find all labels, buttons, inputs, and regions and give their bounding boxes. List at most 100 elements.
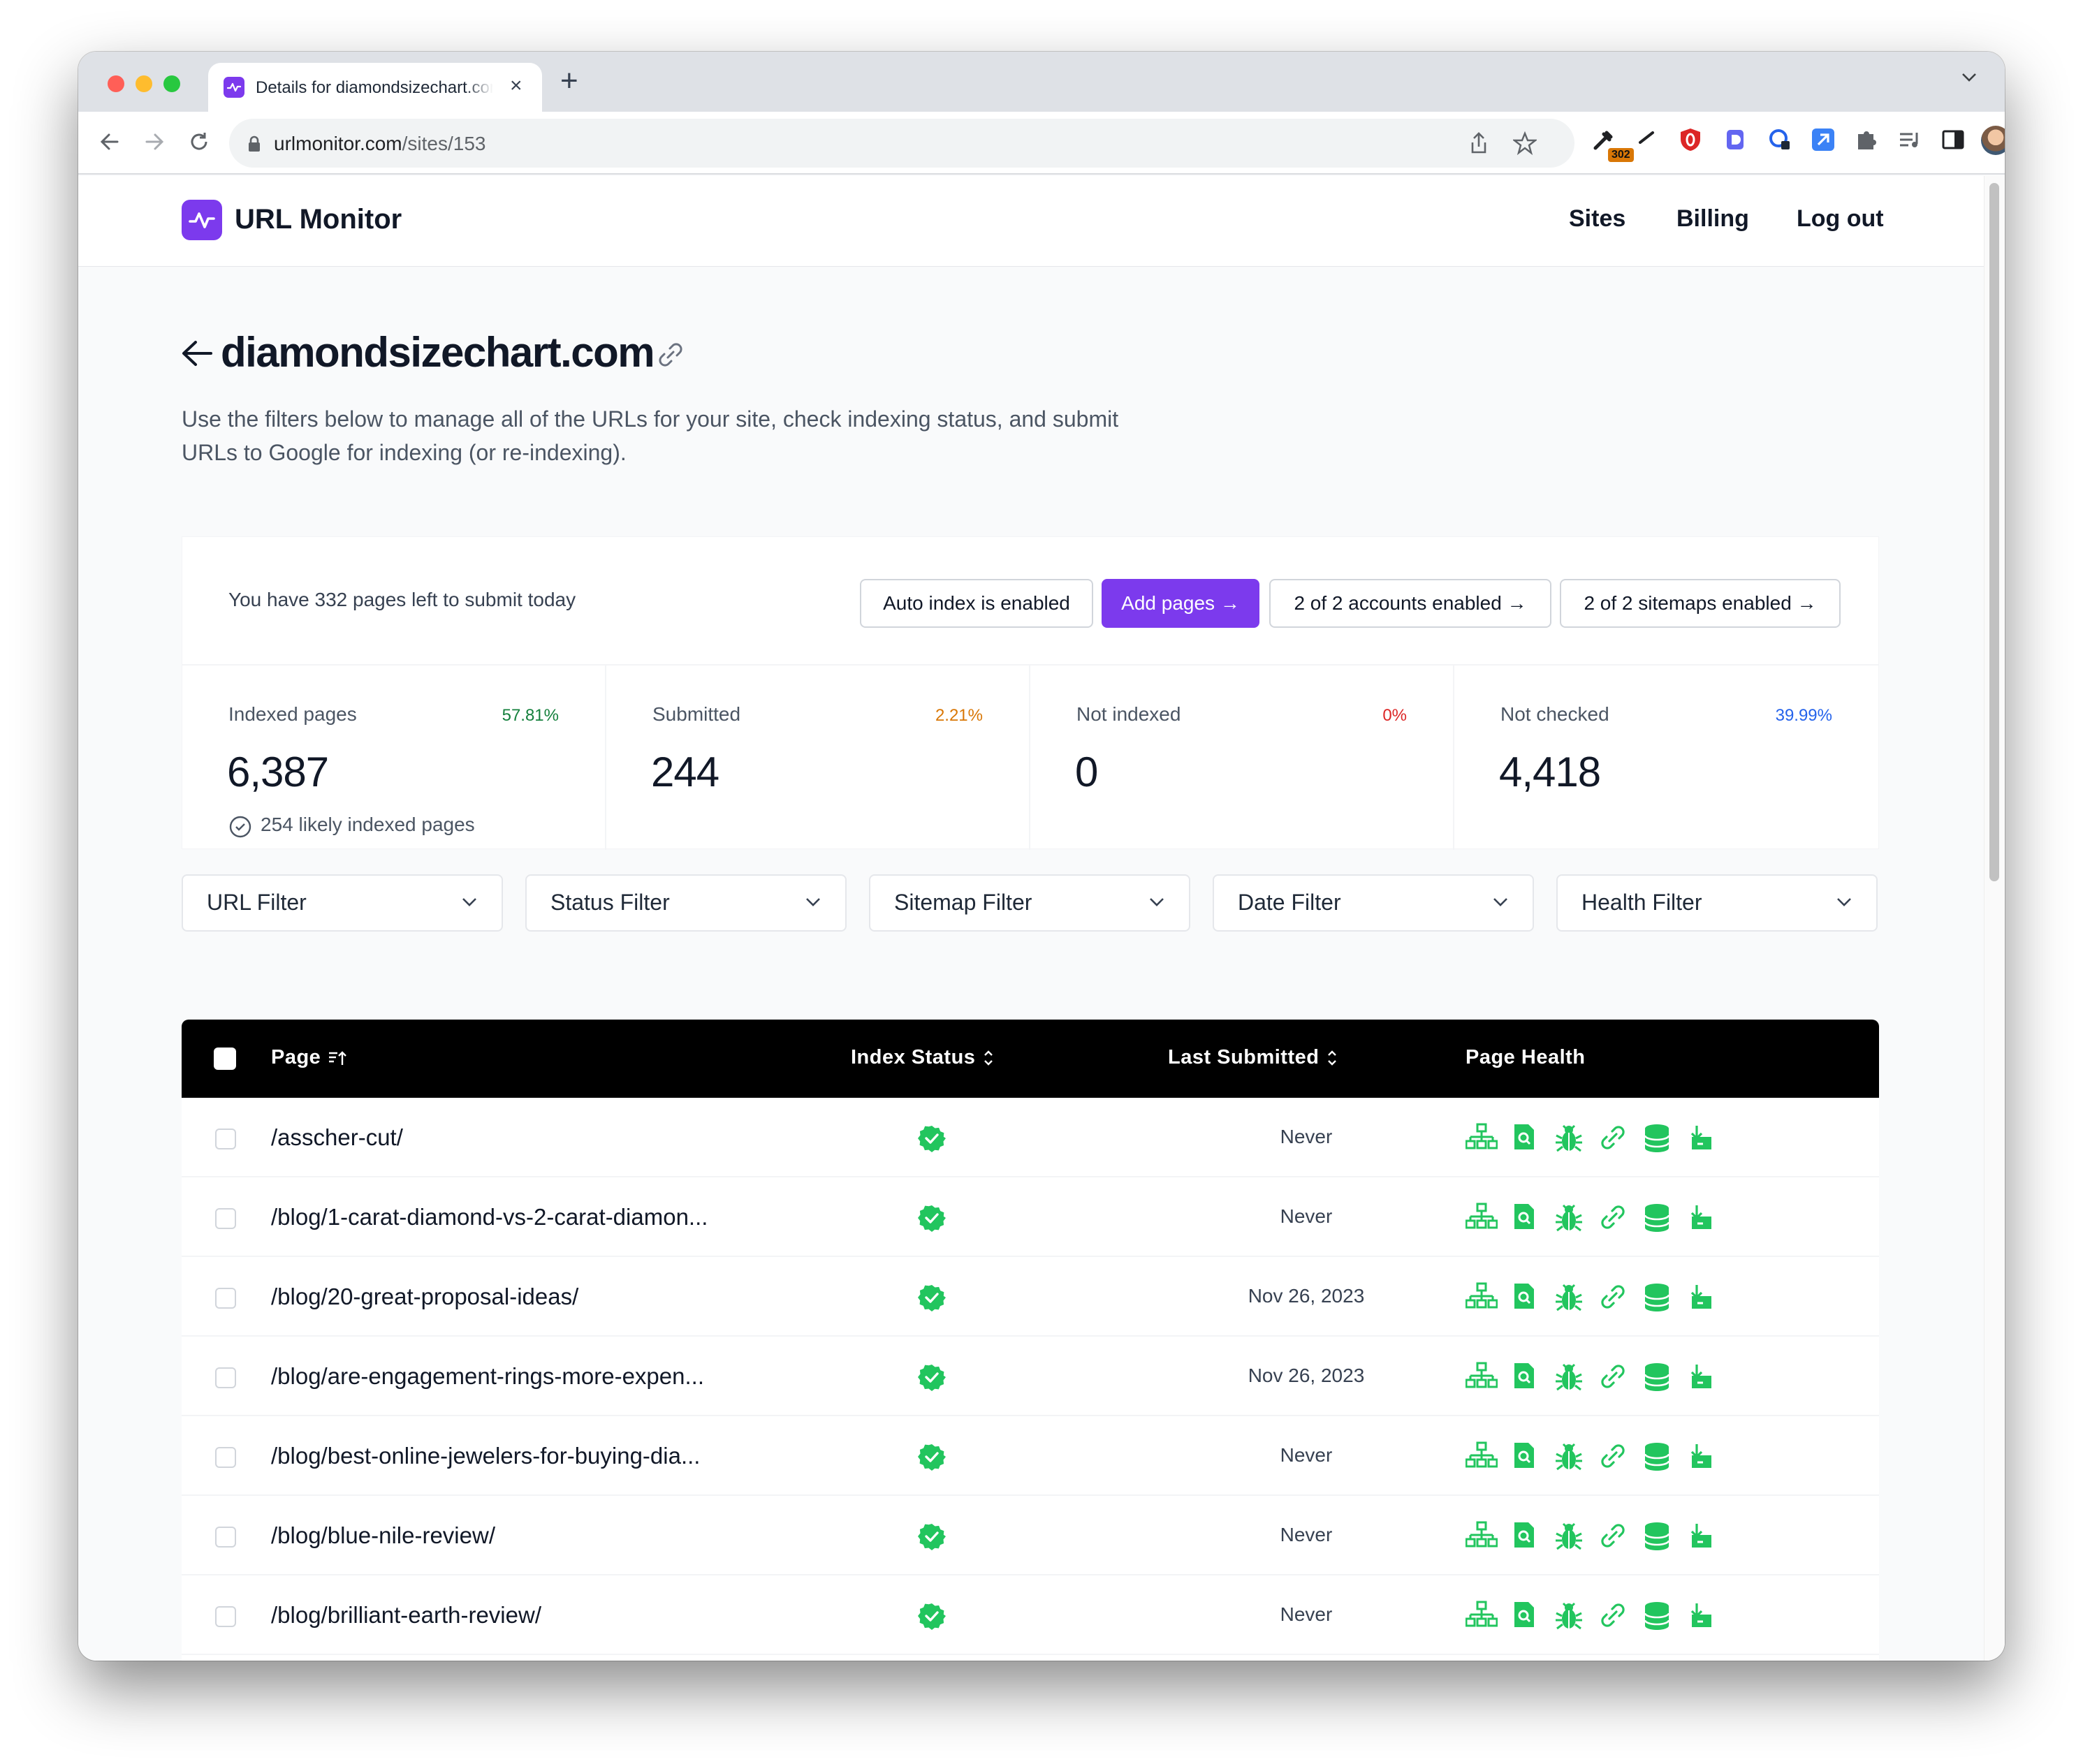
row-checkbox[interactable]: [215, 1288, 236, 1309]
page-url-cell[interactable]: /blog/1-carat-diamond-vs-2-carat-diamon.…: [271, 1204, 708, 1230]
row-checkbox[interactable]: [215, 1367, 236, 1388]
sitemap-icon[interactable]: [1465, 1123, 1498, 1154]
tab-search-chevron-icon[interactable]: [1961, 73, 1977, 86]
tab-close-icon[interactable]: ×: [510, 74, 522, 98]
link-icon[interactable]: [1598, 1441, 1628, 1474]
date-filter-select[interactable]: Date Filter: [1213, 874, 1534, 932]
accounts-enabled-button[interactable]: 2 of 2 accounts enabled →: [1269, 579, 1551, 628]
d-extension-icon[interactable]: [1723, 127, 1748, 152]
sitemap-icon[interactable]: [1465, 1601, 1498, 1632]
logo-icon[interactable]: [182, 200, 222, 240]
forward-icon[interactable]: [142, 130, 166, 157]
bug-icon[interactable]: [1554, 1362, 1584, 1396]
sort-ascending-icon[interactable]: [328, 1049, 347, 1067]
nav-logout-link[interactable]: Log out: [1797, 205, 1884, 233]
new-tab-button[interactable]: +: [560, 66, 578, 96]
table-row[interactable]: /blog/1-carat-diamond-vs-2-carat-diamon.…: [182, 1177, 1879, 1257]
bookmark-star-icon[interactable]: [1512, 131, 1538, 159]
sort-icon[interactable]: [982, 1048, 995, 1068]
side-panel-icon[interactable]: [1941, 127, 1966, 152]
page-url-cell[interactable]: /blog/best-online-jewelers-for-buying-di…: [271, 1443, 700, 1469]
maximize-window-button[interactable]: [163, 75, 180, 92]
link-icon[interactable]: [1598, 1203, 1628, 1235]
page-url-cell[interactable]: /blog/20-great-proposal-ideas/: [271, 1284, 578, 1310]
page-url-cell[interactable]: /blog/blue-nile-review/: [271, 1522, 495, 1549]
row-checkbox[interactable]: [215, 1208, 236, 1229]
page-search-icon[interactable]: [1510, 1521, 1538, 1552]
download-icon[interactable]: [1688, 1362, 1716, 1396]
row-checkbox[interactable]: [215, 1129, 236, 1149]
link-icon[interactable]: [1598, 1521, 1628, 1554]
status-filter-select[interactable]: Status Filter: [525, 874, 847, 932]
lock-icon[interactable]: [247, 135, 261, 156]
link-icon[interactable]: [1598, 1362, 1628, 1395]
reload-icon[interactable]: [187, 130, 211, 157]
add-pages-button[interactable]: Add pages →: [1102, 579, 1259, 628]
bug-icon[interactable]: [1554, 1521, 1584, 1555]
page-search-icon[interactable]: [1510, 1441, 1538, 1473]
sitemap-icon[interactable]: [1465, 1203, 1498, 1234]
shield-extension-icon[interactable]: [1678, 127, 1703, 152]
bug-icon[interactable]: [1554, 1123, 1584, 1157]
sitemap-icon[interactable]: [1465, 1521, 1498, 1552]
download-icon[interactable]: [1688, 1203, 1716, 1237]
page-url-cell[interactable]: /blog/brilliant-earth-review/: [271, 1602, 541, 1629]
column-index-status[interactable]: Index Status: [851, 1046, 995, 1069]
external-link-icon[interactable]: [655, 339, 686, 374]
row-checkbox[interactable]: [215, 1606, 236, 1627]
table-row[interactable]: /blog/brilliant-earth-review/Never: [182, 1575, 1879, 1655]
scrollbar-thumb[interactable]: [1989, 183, 1999, 881]
database-icon[interactable]: [1643, 1282, 1671, 1316]
share-icon[interactable]: [1468, 131, 1489, 159]
nav-sites-link[interactable]: Sites: [1569, 205, 1625, 233]
back-arrow-icon[interactable]: [180, 338, 214, 372]
url-text[interactable]: urlmonitor.com/sites/153: [274, 133, 485, 155]
link-icon[interactable]: [1598, 1123, 1628, 1156]
page-url-cell[interactable]: /asscher-cut/: [271, 1124, 403, 1151]
page-search-icon[interactable]: [1510, 1123, 1538, 1154]
bug-icon[interactable]: [1554, 1601, 1584, 1635]
table-row[interactable]: /blog/blue-nile-review/Never: [182, 1496, 1879, 1575]
column-last-submitted[interactable]: Last Submitted: [1168, 1046, 1338, 1069]
download-icon[interactable]: [1688, 1521, 1716, 1555]
page-search-icon[interactable]: [1510, 1362, 1538, 1393]
bug-icon[interactable]: [1554, 1203, 1584, 1237]
health-filter-select[interactable]: Health Filter: [1556, 874, 1878, 932]
database-icon[interactable]: [1643, 1203, 1671, 1237]
row-checkbox[interactable]: [215, 1447, 236, 1468]
sitemap-filter-select[interactable]: Sitemap Filter: [869, 874, 1190, 932]
table-row[interactable]: /blog/are-engagement-rings-more-expen...…: [182, 1337, 1879, 1416]
bug-icon[interactable]: [1554, 1282, 1584, 1316]
sitemap-icon[interactable]: [1465, 1282, 1498, 1314]
scrollbar[interactable]: [1984, 176, 2005, 1661]
close-window-button[interactable]: [108, 75, 124, 92]
page-search-icon[interactable]: [1510, 1203, 1538, 1234]
auto-index-button[interactable]: Auto index is enabled: [860, 579, 1093, 628]
table-row[interactable]: /blog/20-great-proposal-ideas/Nov 26, 20…: [182, 1257, 1879, 1337]
sitemap-icon[interactable]: [1465, 1362, 1498, 1393]
page-url-cell[interactable]: /blog/are-engagement-rings-more-expen...: [271, 1363, 704, 1390]
brand-name[interactable]: URL Monitor: [235, 204, 402, 235]
sitemaps-enabled-button[interactable]: 2 of 2 sitemaps enabled →: [1560, 579, 1841, 628]
nav-billing-link[interactable]: Billing: [1676, 205, 1749, 233]
minimize-window-button[interactable]: [136, 75, 152, 92]
row-checkbox[interactable]: [215, 1527, 236, 1548]
url-filter-select[interactable]: URL Filter: [182, 874, 503, 932]
database-icon[interactable]: [1643, 1123, 1671, 1157]
sort-icon[interactable]: [1326, 1048, 1338, 1068]
address-bar[interactable]: urlmonitor.com/sites/153: [229, 119, 1574, 168]
table-row[interactable]: /blog/best-online-jewelers-for-buying-di…: [182, 1416, 1879, 1496]
back-icon[interactable]: [98, 130, 122, 157]
select-all-checkbox[interactable]: [214, 1048, 236, 1070]
sitemap-icon[interactable]: [1465, 1441, 1498, 1473]
extensions-puzzle-icon[interactable]: [1854, 127, 1879, 152]
bug-icon[interactable]: [1554, 1441, 1584, 1476]
arrow-extension-icon[interactable]: [1811, 127, 1836, 152]
profile-avatar[interactable]: [1981, 126, 2005, 155]
download-icon[interactable]: [1688, 1441, 1716, 1476]
page-search-icon[interactable]: [1510, 1282, 1538, 1314]
download-icon[interactable]: [1688, 1601, 1716, 1635]
lookup-extension-icon[interactable]: [1767, 127, 1792, 152]
database-icon[interactable]: [1643, 1601, 1671, 1635]
table-row[interactable]: /blog/buying-diamonds/Nov 26, 2023: [182, 1655, 1879, 1661]
